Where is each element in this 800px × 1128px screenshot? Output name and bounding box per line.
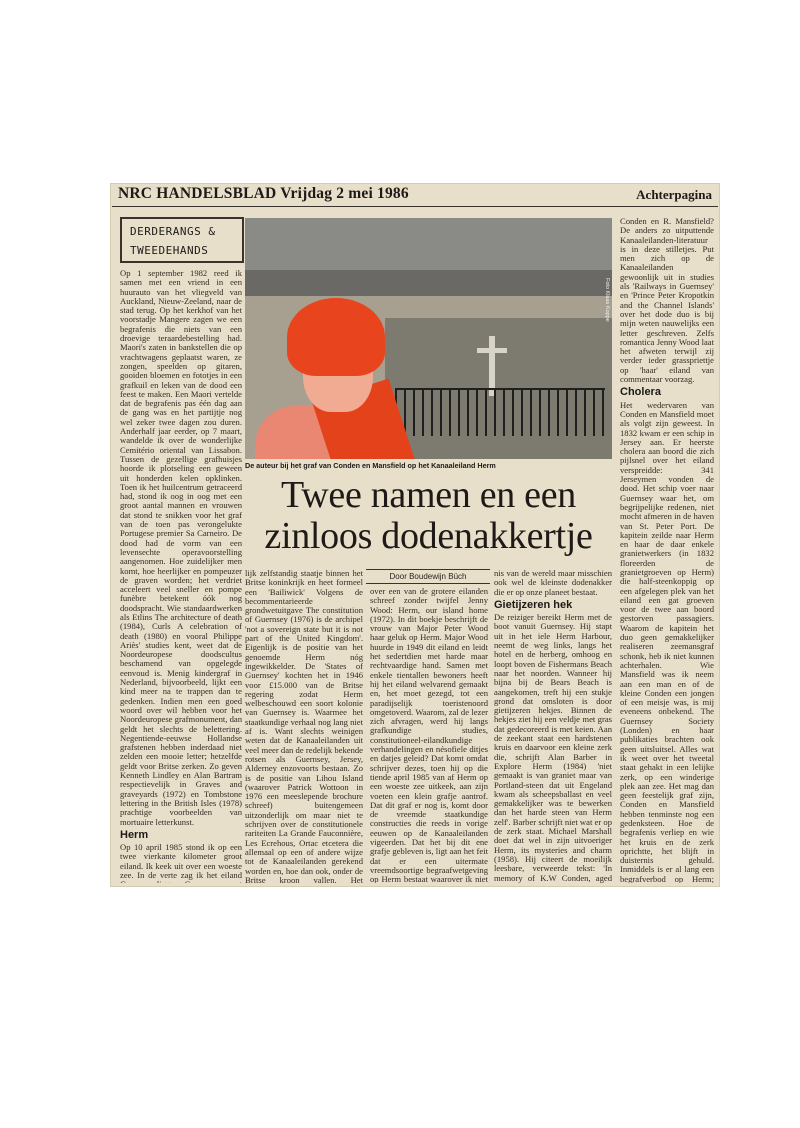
article-column-3: over een van de grotere eilanden schreef… [370,587,488,883]
column-5-text-a: Conden en R. Mansfield? De anders zo uit… [620,217,714,385]
article-column-4: nis van de wereld maar misschien ook wel… [494,569,612,883]
column-1-text-b: Op 10 april 1985 stond ik op een twee vi… [120,842,242,883]
article-headline: Twee namen en een zinloos dodenakkertje [245,475,612,557]
section-name: Achterpagina [636,187,712,202]
article-photo: Foto Klaas Koppe [245,218,612,459]
photo-credit: Foto Klaas Koppe [604,278,610,322]
column-label: DERDERANGS & TWEEDEHANDS [120,217,244,263]
photo-caption: De auteur bij het graf van Conden en Man… [245,461,496,470]
subheading-gietijzeren-hek: Gietijzeren hek [494,598,573,611]
article-column-5: Conden en R. Mansfield? De anders zo uit… [620,217,714,883]
column-4-text-b: De reiziger bereikt Herm met de boot van… [494,612,612,883]
column-3-text: over een van de grotere eilanden schreef… [370,587,488,883]
newspaper-clipping: NRC HANDELSBLAD Vrijdag 2 mei 1986 Achte… [110,183,720,887]
subheading-herm: Herm [120,828,149,841]
article-column-2: lijk zelfstandig staatje binnen het Brit… [245,569,363,883]
masthead-rule [112,206,718,207]
column-1-text-a: Op 1 september 1982 reed ik samen met ee… [120,269,242,827]
cast-iron-fence [395,388,605,436]
column-5-text-b: Het wedervaren van Conden en Mansfield m… [620,399,714,883]
grave-cross [489,336,495,396]
column-4-text-a: nis van de wereld maar misschien ook wel… [494,569,612,597]
article-column-1: Op 1 september 1982 reed ik samen met ee… [120,269,242,883]
author-figure [245,256,426,459]
masthead: NRC HANDELSBLAD Vrijdag 2 mei 1986 [118,185,409,202]
column-label-line2: TWEEDEHANDS [130,244,209,257]
headline-line-2: zinloos dodenakkertje [264,515,593,557]
headline-line-1: Twee namen en een [280,474,577,516]
column-2-text: lijk zelfstandig staatje binnen het Brit… [245,569,363,883]
column-label-line1: DERDERANGS & [130,225,216,238]
byline: Door Boudewijn Büch [366,569,490,584]
subheading-cholera: Cholera [620,386,661,399]
